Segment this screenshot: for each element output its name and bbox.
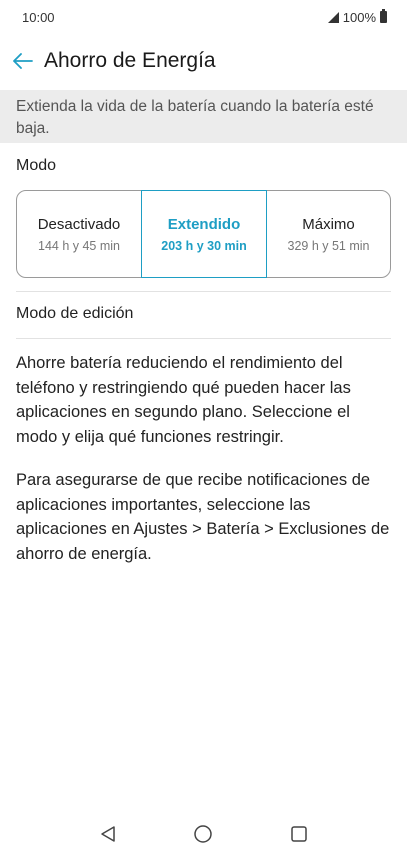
mode-section-title: Modo: [16, 157, 57, 174]
mode-option-label: Desactivado: [37, 215, 121, 233]
signal-icon: [327, 11, 339, 23]
battery-percentage: 100%: [342, 9, 376, 25]
mode-option-extendido[interactable]: Extendido 203 h y 30 min: [141, 190, 267, 278]
status-indicators: 100%: [327, 9, 387, 25]
status-bar: 10:00 100%: [0, 0, 407, 34]
mode-option-desactivado[interactable]: Desactivado 144 h y 45 min: [17, 191, 141, 277]
description-paragraph: Para asegurarse de que recibe notificaci…: [16, 471, 390, 563]
navigation-bar: [0, 808, 407, 860]
recents-square-icon[interactable]: [286, 821, 312, 847]
divider: [16, 338, 391, 339]
app-bar: Ahorro de Energía: [0, 44, 407, 78]
mode-option-duration: 329 h y 51 min: [287, 238, 370, 253]
info-banner: Extienda la vida de la batería cuando la…: [0, 90, 407, 143]
mode-option-label: Máximo: [302, 215, 355, 233]
mode-option-label: Extendido: [167, 215, 241, 233]
mode-option-duration: 203 h y 30 min: [161, 238, 247, 253]
battery-icon: [380, 9, 387, 23]
status-time: 10:00: [22, 9, 55, 25]
page-title: Ahorro de Energía: [44, 49, 216, 72]
divider: [16, 291, 391, 292]
home-circle-icon[interactable]: [190, 821, 216, 847]
mode-selector: Desactivado 144 h y 45 min Extendido 203…: [16, 190, 391, 278]
arrow-left-icon[interactable]: [12, 50, 34, 72]
back-triangle-icon[interactable]: [95, 821, 121, 847]
mode-option-duration: 144 h y 45 min: [38, 238, 120, 253]
edit-mode-item[interactable]: Modo de edición: [16, 305, 133, 323]
mode-option-maximo[interactable]: Máximo 329 h y 51 min: [267, 191, 390, 277]
description-paragraph: Ahorre batería reduciendo el rendimiento…: [16, 354, 351, 446]
